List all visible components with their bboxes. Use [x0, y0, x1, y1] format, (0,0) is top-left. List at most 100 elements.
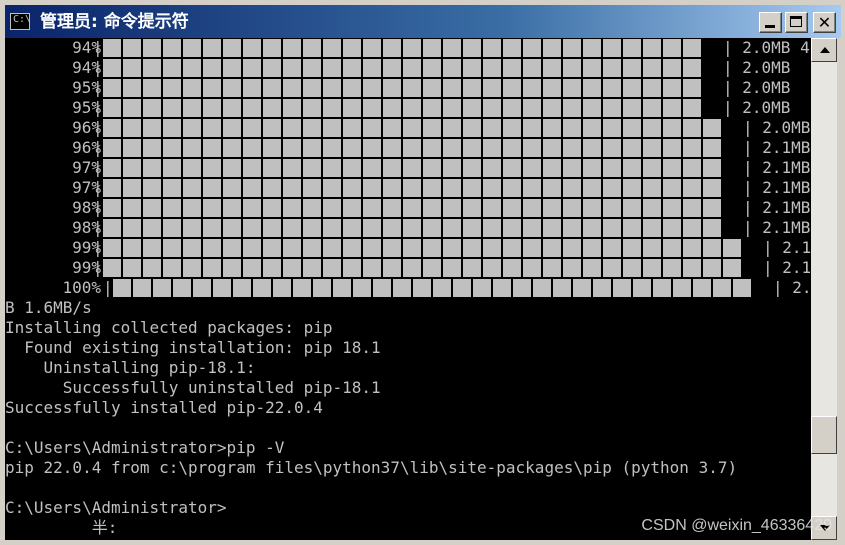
- progress-cell: [203, 119, 221, 137]
- progress-percent: 95%: [72, 98, 101, 117]
- progress-cell: [223, 259, 241, 277]
- progress-cell: [563, 159, 581, 177]
- progress-cell: [463, 119, 481, 137]
- progress-cell: [523, 159, 541, 177]
- progress-cell: [303, 139, 321, 157]
- progress-cell: [533, 279, 551, 297]
- progress-cell: [723, 239, 741, 257]
- progress-cell: [323, 59, 341, 77]
- progress-cell: [283, 159, 301, 177]
- progress-cell: [103, 119, 121, 137]
- scrollbar-thumb[interactable]: [811, 415, 837, 454]
- progress-cell: [283, 39, 301, 57]
- title-bar[interactable]: C:\ 管理员: 命令提示符 ✕: [5, 5, 841, 38]
- progress-bar: [103, 218, 723, 238]
- progress-percent: 94%: [72, 38, 101, 57]
- progress-cell: [263, 159, 281, 177]
- progress-cell: [263, 119, 281, 137]
- progress-cell: [303, 239, 321, 257]
- progress-cell: [303, 59, 321, 77]
- progress-cell: [703, 119, 721, 137]
- progress-cell: [223, 199, 241, 217]
- progress-cell: [643, 39, 661, 57]
- console-line: 半:: [5, 518, 118, 537]
- progress-cell: [463, 99, 481, 117]
- progress-row: 97% | | 2.1MB: [5, 158, 811, 178]
- progress-bar: [103, 258, 743, 278]
- progress-cell: [313, 279, 331, 297]
- progress-cell: [543, 39, 561, 57]
- progress-cell: [543, 239, 561, 257]
- progress-cell: [483, 179, 501, 197]
- progress-cell: [483, 139, 501, 157]
- scroll-up-button[interactable]: [811, 38, 837, 62]
- progress-cell: [603, 79, 621, 97]
- progress-cell: [603, 139, 621, 157]
- progress-row: 99%| | 2.1MB: [5, 238, 811, 258]
- progress-cell: [303, 119, 321, 137]
- progress-size: | 2.0MB: [723, 58, 791, 77]
- progress-cell: [303, 39, 321, 57]
- console-output[interactable]: 94% | | 2.0MB 4 94% | | 2.0MB 95% | | 2.0MB 95% | |…: [5, 38, 811, 540]
- progress-cell: [343, 119, 361, 137]
- progress-cell: [203, 139, 221, 157]
- progress-row: 94% | | 2.0MB: [5, 58, 811, 78]
- progress-cell: [563, 119, 581, 137]
- progress-cell: [143, 39, 161, 57]
- progress-cell: [453, 279, 471, 297]
- progress-size: | 2.1MB: [743, 198, 811, 217]
- progress-cell: [103, 159, 121, 177]
- progress-cell: [203, 239, 221, 257]
- progress-cell: [503, 79, 521, 97]
- progress-size: | 2.1M: [773, 278, 811, 297]
- maximize-icon: [790, 16, 802, 27]
- progress-size: | 2.1MB: [743, 138, 811, 157]
- progress-cell: [683, 159, 701, 177]
- progress-cell: [563, 259, 581, 277]
- progress-cell: [503, 239, 521, 257]
- cmd-icon[interactable]: C:\: [10, 13, 31, 30]
- progress-cell: [183, 39, 201, 57]
- progress-cell: [703, 159, 721, 177]
- progress-cell: [483, 219, 501, 237]
- close-button[interactable]: ✕: [813, 12, 836, 33]
- progress-cell: [423, 39, 441, 57]
- maximize-button[interactable]: [785, 12, 808, 33]
- progress-cell: [503, 139, 521, 157]
- progress-cell: [323, 159, 341, 177]
- progress-cell: [103, 219, 121, 237]
- progress-cell: [143, 219, 161, 237]
- progress-cell: [633, 279, 651, 297]
- progress-cell: [243, 239, 261, 257]
- progress-cell: [383, 119, 401, 137]
- progress-cell: [443, 219, 461, 237]
- progress-bar: [103, 138, 723, 158]
- progress-cell: [163, 39, 181, 57]
- progress-cell: [243, 259, 261, 277]
- progress-cell: [663, 139, 681, 157]
- progress-cell: [243, 159, 261, 177]
- progress-cell: [583, 159, 601, 177]
- progress-cell: [683, 239, 701, 257]
- progress-cell: [403, 119, 421, 137]
- progress-cell: [573, 279, 591, 297]
- progress-cell: [163, 259, 181, 277]
- progress-cell: [423, 239, 441, 257]
- progress-cell: [663, 239, 681, 257]
- progress-cell: [343, 59, 361, 77]
- vertical-scrollbar[interactable]: [811, 38, 837, 540]
- progress-cell: [263, 239, 281, 257]
- progress-cell: [163, 219, 181, 237]
- progress-cell: [543, 179, 561, 197]
- progress-cell: [613, 279, 631, 297]
- progress-cell: [423, 159, 441, 177]
- progress-cell: [443, 99, 461, 117]
- minimize-button[interactable]: [759, 12, 782, 33]
- progress-cell: [423, 79, 441, 97]
- progress-cell: [243, 199, 261, 217]
- progress-cell: [603, 159, 621, 177]
- progress-cell: [163, 99, 181, 117]
- progress-cell: [243, 139, 261, 157]
- progress-cell: [583, 219, 601, 237]
- progress-cell: [503, 119, 521, 137]
